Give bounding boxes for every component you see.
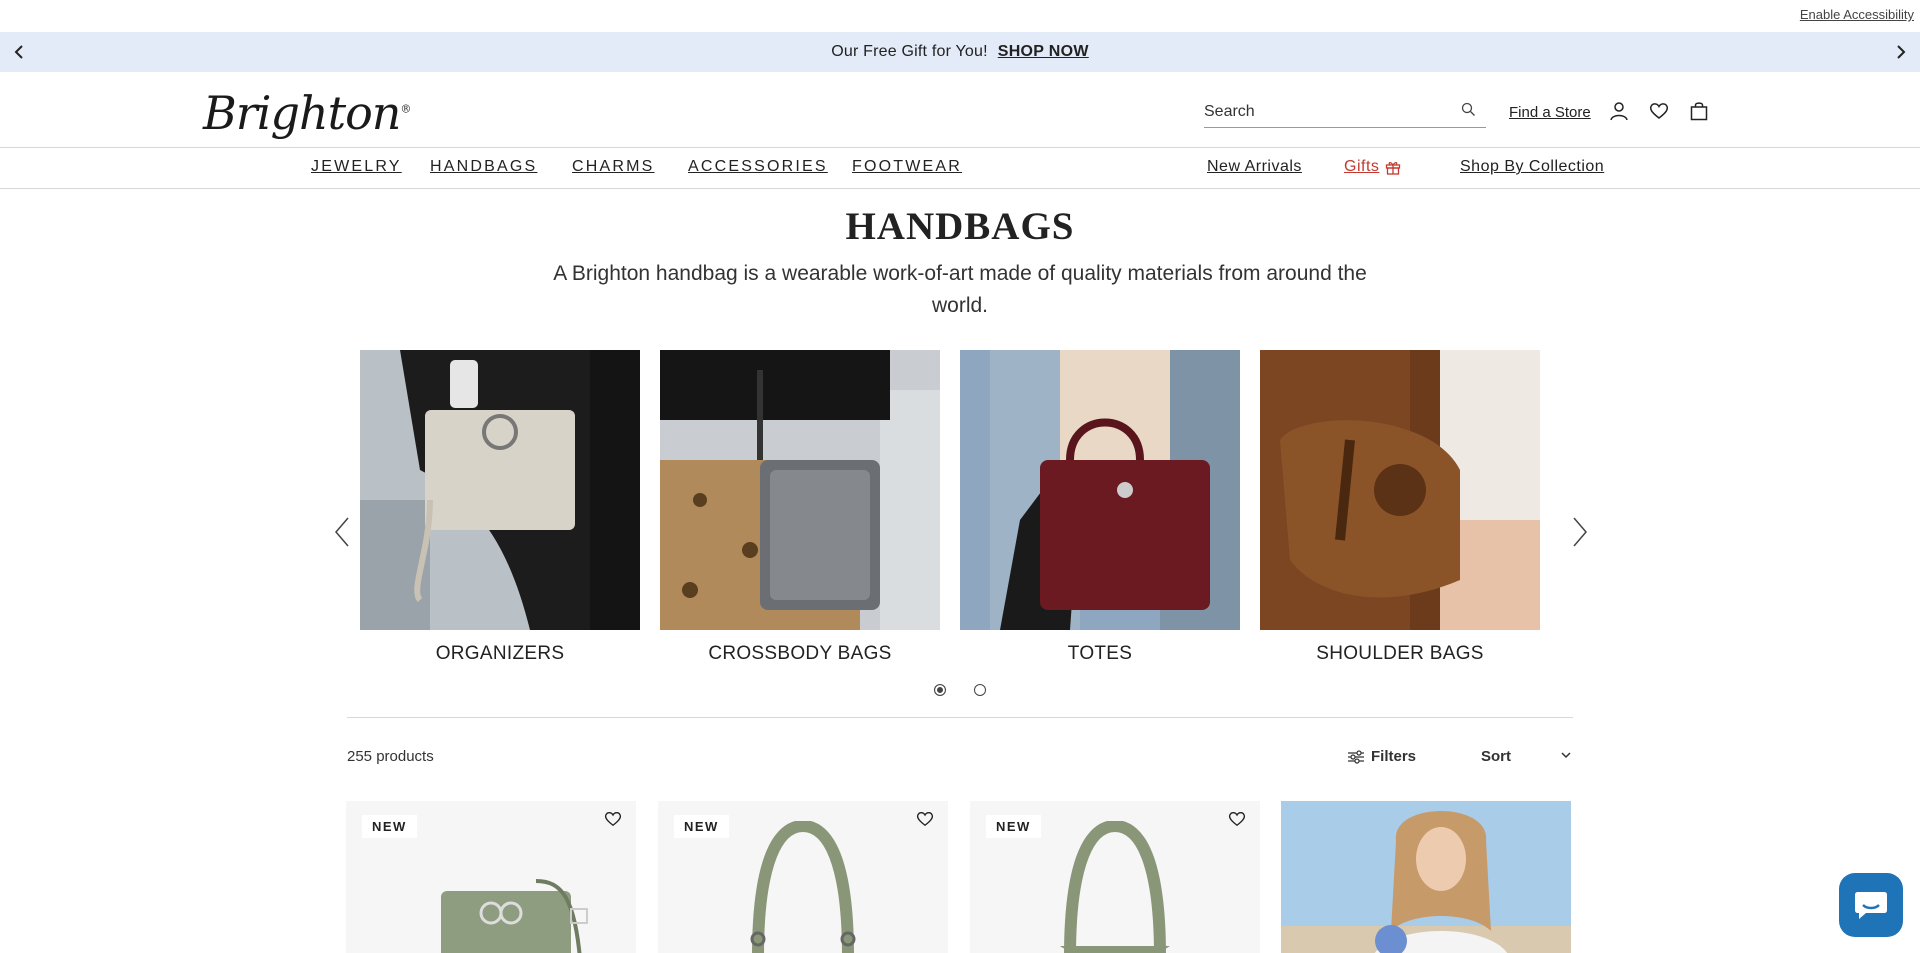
carousel-prev-arrow[interactable] <box>327 515 357 549</box>
filters-label: Filters <box>1371 748 1417 765</box>
search-icon[interactable] <box>1461 102 1476 122</box>
promo-shop-now-link[interactable]: SHOP NOW <box>998 43 1089 61</box>
carousel-pagination <box>320 684 1600 696</box>
promo-tile[interactable] <box>1281 801 1571 953</box>
new-badge: NEW <box>986 815 1041 838</box>
nav-footwear[interactable]: FOOTWEAR <box>852 158 962 176</box>
nav-gifts[interactable]: Gifts <box>1344 158 1401 176</box>
main-nav: JEWELRY HANDBAGS CHARMS ACCESSORIES FOOT… <box>0 148 1920 189</box>
site-header: Brighton® Find a Store <box>0 72 1920 148</box>
sort-dropdown[interactable]: Sort <box>1481 748 1571 765</box>
shoulder-bags-image <box>1260 350 1540 630</box>
totes-label: TOTES <box>1067 643 1133 664</box>
nav-new-arrivals[interactable]: New Arrivals <box>1207 158 1302 176</box>
promo-text: Our Free Gift for You! <box>831 43 988 60</box>
chevron-right-icon <box>1573 517 1587 547</box>
gift-icon <box>1386 162 1401 175</box>
nav-charms[interactable]: CHARMS <box>572 158 655 176</box>
enable-accessibility-link[interactable]: Enable Accessibility <box>1800 7 1914 22</box>
utility-bar: Enable Accessibility <box>0 0 1920 32</box>
wishlist-heart-icon[interactable] <box>916 811 934 832</box>
wishlist-heart-icon[interactable] <box>1647 99 1671 123</box>
promo-next-arrow[interactable] <box>1890 41 1912 63</box>
promo-banner: Our Free Gift for You! SHOP NOW <box>0 32 1920 72</box>
page-title: HANDBAGS <box>845 205 1075 248</box>
search-box <box>1204 94 1486 128</box>
wishlist-heart-icon[interactable] <box>604 811 622 832</box>
nav-shop-by-collection[interactable]: Shop By Collection <box>1460 158 1604 176</box>
chevron-right-icon <box>1897 45 1906 59</box>
product-card[interactable]: NEW <box>346 801 636 953</box>
product-card[interactable]: NEW <box>970 801 1260 953</box>
brand-logo-text: Brighton <box>203 86 401 140</box>
nav-jewelry[interactable]: JEWELRY <box>311 158 402 176</box>
category-tile-crossbody-bags[interactable]: CROSSBODY BAGS <box>660 350 940 665</box>
product-image <box>750 821 856 953</box>
new-badge: NEW <box>674 815 729 838</box>
section-divider <box>347 717 1573 718</box>
filters-button[interactable]: Filters <box>1347 748 1416 765</box>
nav-handbags[interactable]: HANDBAGS <box>430 158 537 176</box>
new-badge: NEW <box>362 815 417 838</box>
organizers-label: ORGANIZERS <box>435 643 565 664</box>
carousel-dot-2[interactable] <box>974 684 986 696</box>
crossbody-bags-image <box>660 350 940 630</box>
find-a-store-link[interactable]: Find a Store <box>1509 104 1591 121</box>
page-description: A Brighton handbag is a wearable work-of… <box>553 262 1367 317</box>
product-image <box>1060 821 1170 953</box>
chat-launcher-button[interactable] <box>1839 873 1903 937</box>
promo-tile-image <box>1281 801 1571 953</box>
totes-image <box>960 350 1240 630</box>
search-input[interactable] <box>1204 94 1444 124</box>
chevron-left-icon <box>335 517 349 547</box>
carousel-next-arrow[interactable] <box>1565 515 1595 549</box>
brand-logo[interactable]: Brighton® <box>203 86 411 140</box>
registered-mark-icon: ® <box>400 102 411 116</box>
account-icon[interactable] <box>1607 99 1631 123</box>
wishlist-heart-icon[interactable] <box>1228 811 1246 832</box>
product-image <box>441 879 588 953</box>
sort-label: Sort <box>1481 748 1511 765</box>
product-count: 255 products <box>347 748 434 765</box>
chevron-down-icon <box>1561 752 1571 759</box>
crossbody-bags-label: CROSSBODY BAGS <box>708 643 892 664</box>
nav-accessories[interactable]: ACCESSORIES <box>688 158 828 176</box>
shopping-bag-icon[interactable] <box>1687 99 1711 123</box>
shoulder-bags-label: SHOULDER BAGS <box>1316 643 1484 664</box>
category-tile-organizers[interactable]: ORGANIZERS <box>360 350 640 665</box>
category-carousel: ORGANIZERS CROSSBODY BAGS TOTES SHOULDER… <box>320 350 1600 696</box>
product-card[interactable]: NEW <box>658 801 948 953</box>
promo-prev-arrow[interactable] <box>8 41 30 63</box>
carousel-dot-1[interactable] <box>934 684 946 696</box>
chevron-left-icon <box>14 45 23 59</box>
organizers-image <box>360 350 640 630</box>
filter-sliders-icon <box>1348 749 1364 764</box>
chat-bubble-icon <box>1855 892 1887 919</box>
category-tile-shoulder-bags[interactable]: SHOULDER BAGS <box>1260 350 1540 665</box>
nav-gifts-label: Gifts <box>1344 158 1380 175</box>
category-tile-totes[interactable]: TOTES <box>960 350 1240 665</box>
